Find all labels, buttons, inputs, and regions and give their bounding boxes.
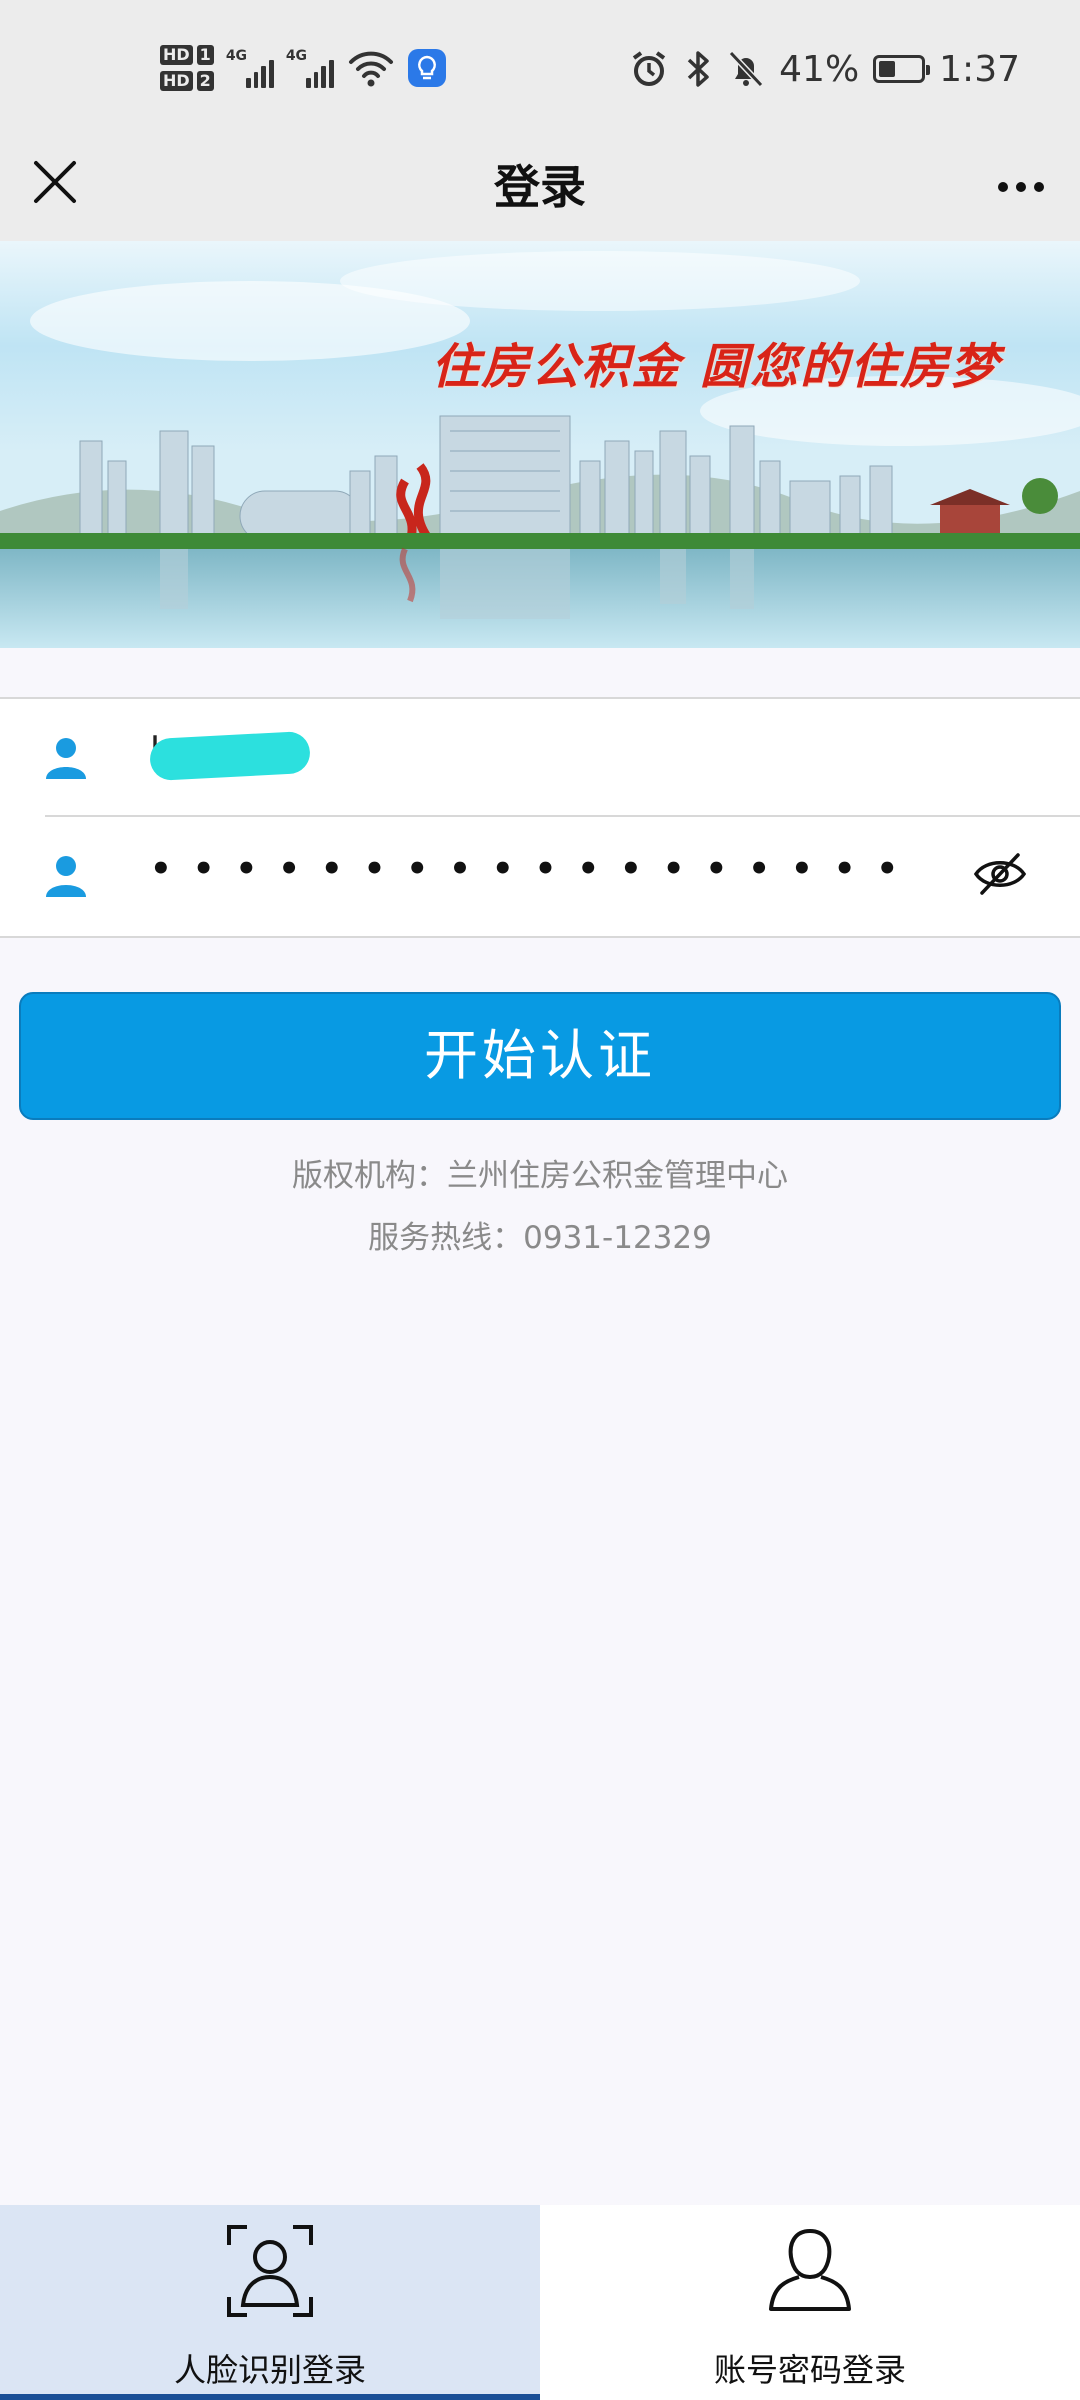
tab-label: 账号密码登录 [713,2351,906,2389]
signal-icon: 4G [225,48,274,88]
city-skyline-image [0,241,1080,648]
status-left: HD 1 HD 2 4G 4G [160,38,446,98]
hd-label: HD [160,45,193,65]
face-scan-icon [227,2225,313,2317]
toggle-password-button[interactable] [972,849,1028,899]
more-button[interactable] [986,157,1056,217]
tab-password-login[interactable]: 账号密码登录 [540,2205,1080,2400]
password-input[interactable]: •••••••••••••••••• [150,849,919,889]
user-outline-icon [769,2228,851,2311]
password-row: •••••••••••••••••• [0,817,1080,933]
status-bar: HD 1 HD 2 4G 4G 41% 1:37 [0,0,1080,137]
banner-slogan: 住房公积金 圆您的住房梦 [431,339,1000,395]
eye-hidden-icon [973,853,1027,895]
bluetooth-icon [687,51,709,87]
hotline-text: 服务热线：0931-12329 [368,1220,712,1256]
sim-number: 2 [196,71,214,91]
battery-percent: 41% [779,48,860,90]
tab-face-login[interactable]: 人脸识别登录 [0,2205,540,2400]
redaction-mark [149,730,311,782]
user-icon [46,738,86,779]
copyright-text: 版权机构：兰州住房公积金管理中心 [292,1158,788,1194]
active-tab-indicator [0,2394,540,2400]
alarm-icon [632,51,666,86]
network-label: 4G [225,48,248,64]
network-label: 4G [285,48,308,64]
signal-icon: 4G [285,48,334,88]
more-icon [998,182,1008,192]
title-bar: 登录 [0,137,1080,241]
clock-time: 1:37 [939,48,1020,90]
login-mode-tabs: 人脸识别登录 账号密码登录 [0,2205,1080,2400]
hd-indicators: HD 1 HD 2 [160,45,214,91]
account-row: I [0,699,1080,817]
mute-bell-icon [728,50,764,88]
hd-label: HD [160,71,193,91]
sim-number: 1 [196,45,214,65]
page-title: 登录 [494,160,586,214]
city-banner: 住房公积金 圆您的住房梦 [0,241,1080,648]
login-form: I •••••••••••••••••• [0,697,1080,938]
user-icon [46,856,86,897]
tab-label: 人脸识别登录 [173,2351,366,2389]
status-right: 41% 1:37 [629,40,1020,98]
wifi-icon [348,51,393,87]
battery-icon [873,55,931,83]
bulb-icon [407,49,446,87]
start-auth-button[interactable]: 开始认证 [19,992,1061,1120]
